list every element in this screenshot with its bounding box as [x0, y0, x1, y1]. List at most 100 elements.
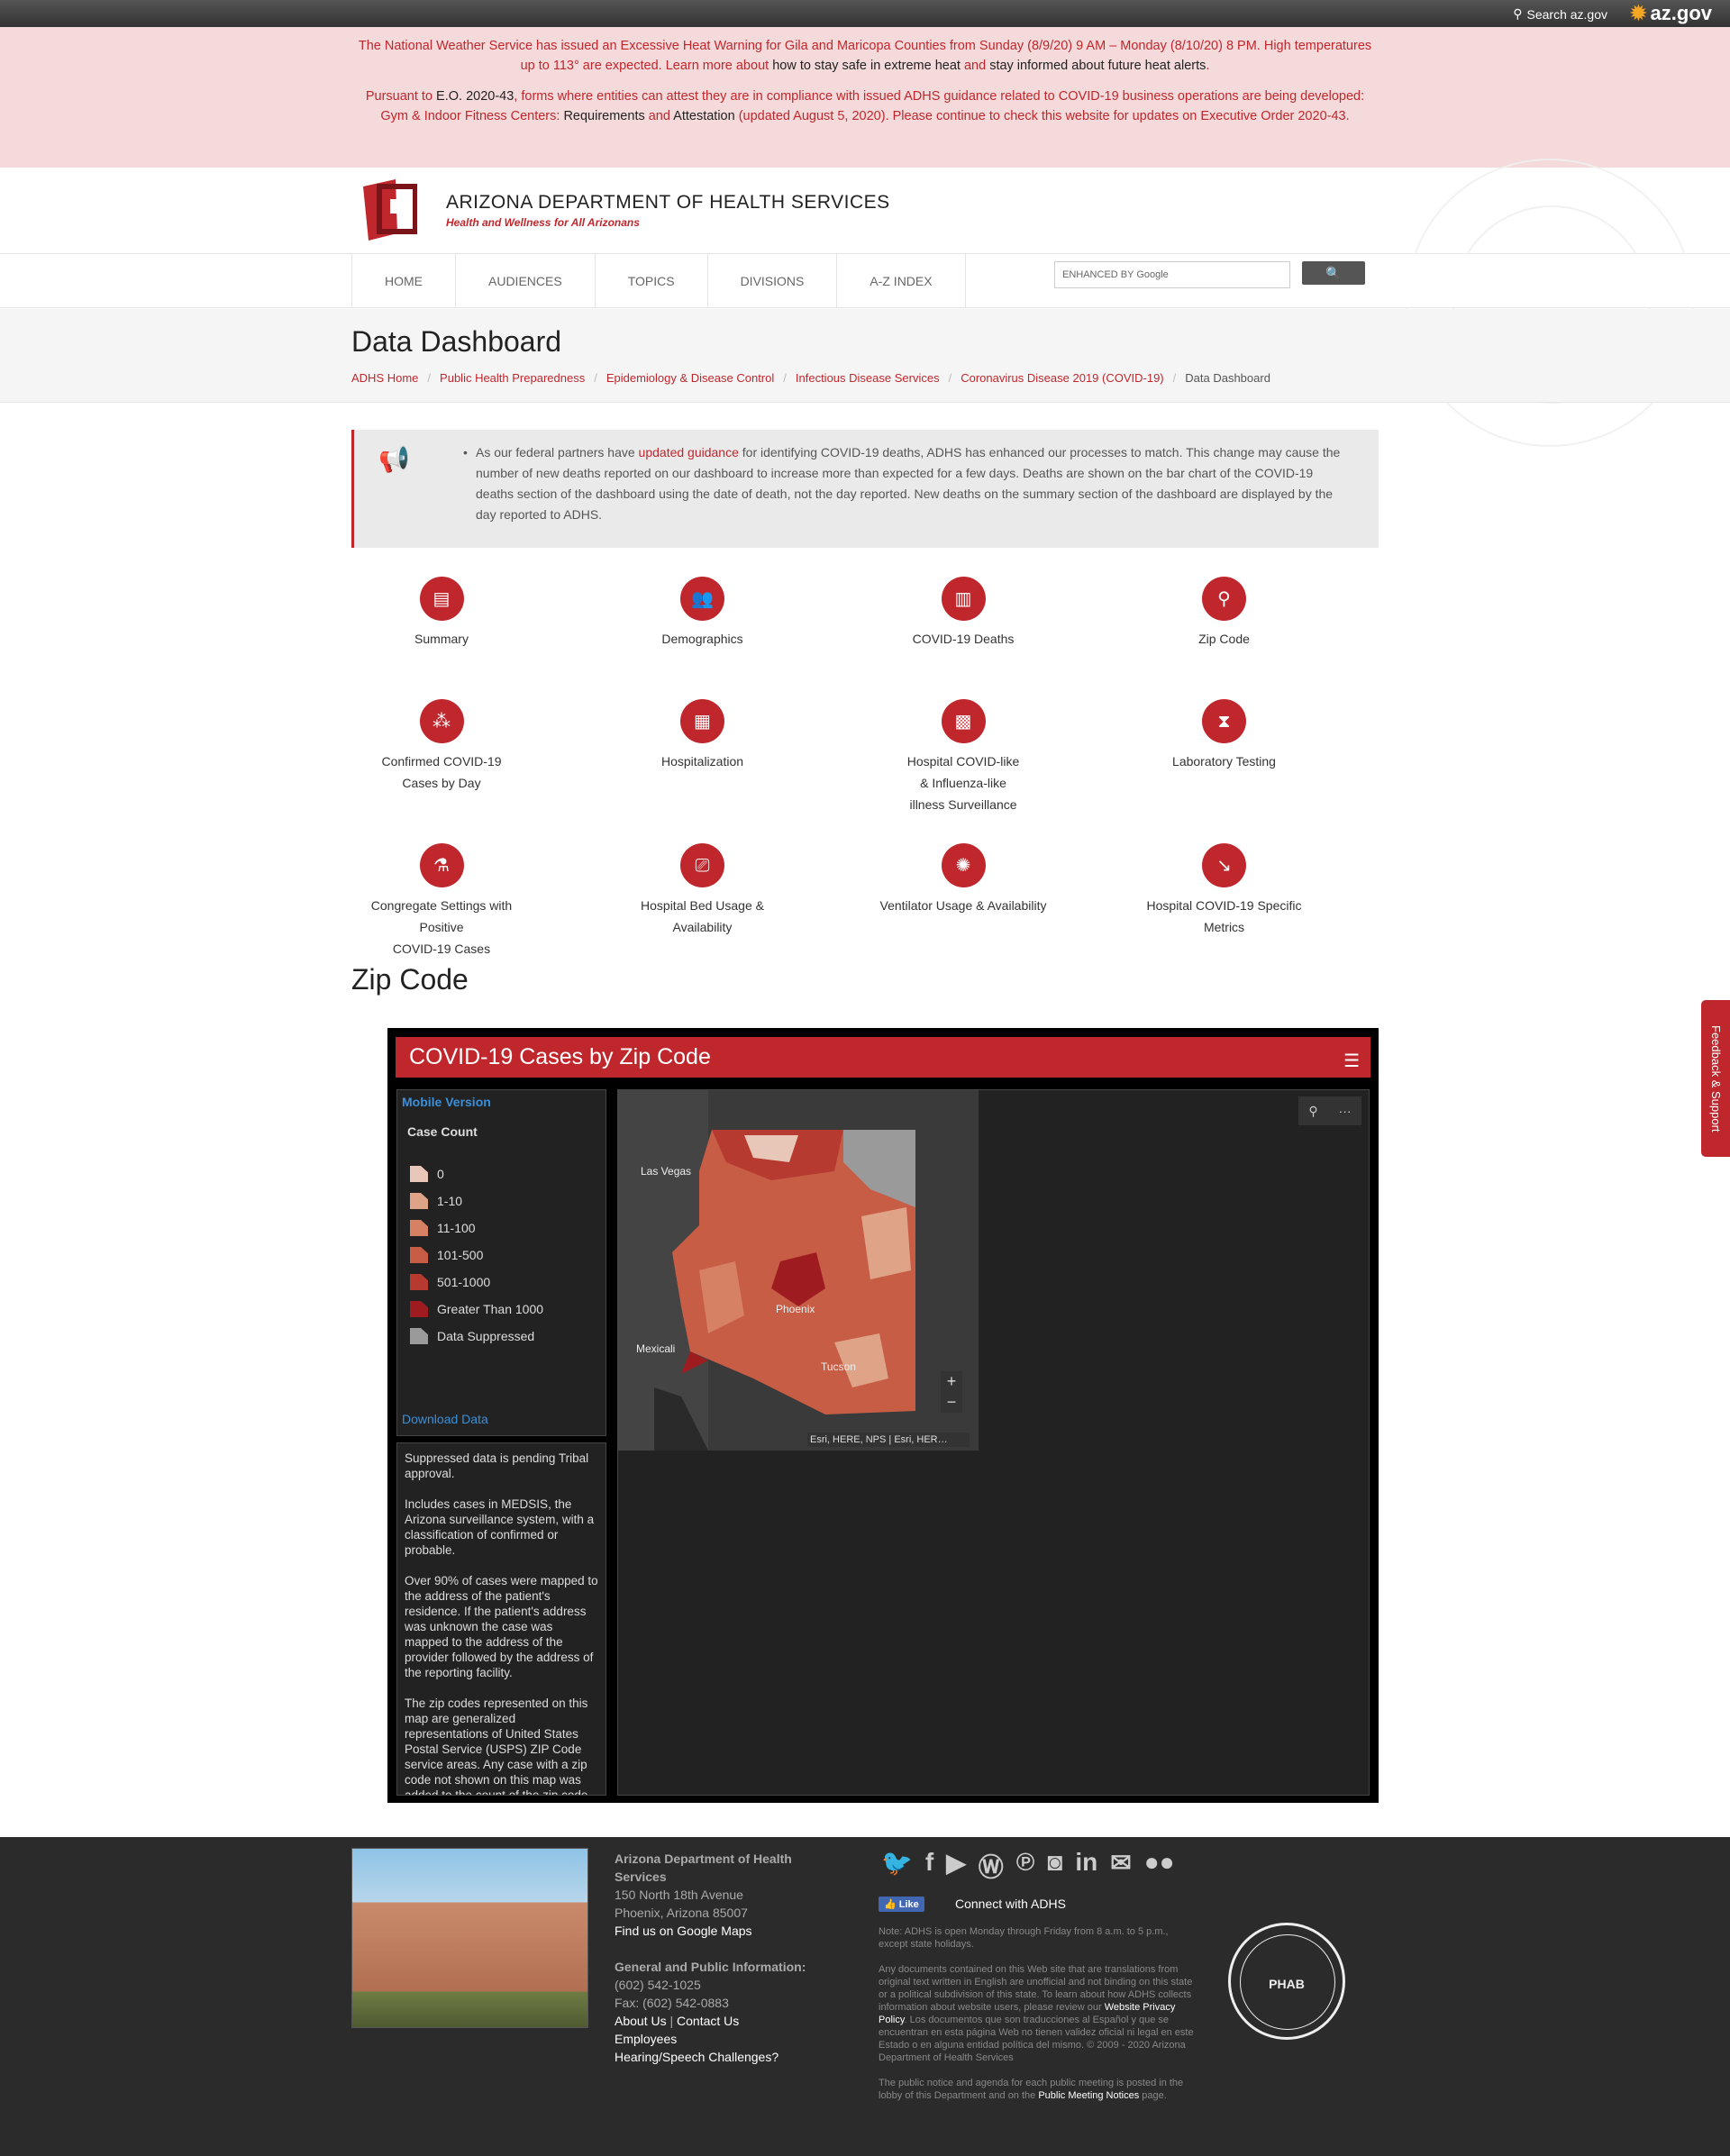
tile-bed[interactable]: ⎚ Hospital Bed Usage & Availability [613, 843, 793, 938]
note-zip: The zip codes represented on this map ar… [405, 1697, 588, 1796]
tile-network[interactable]: ⁂ Confirmed COVID-19 Cases by Day [351, 699, 532, 794]
search-button[interactable]: 🔍 [1302, 261, 1365, 285]
breadcrumb-preparedness[interactable]: Public Health Preparedness [440, 371, 585, 385]
microscope-icon: ⚗ [419, 843, 464, 887]
hours-note: Note: ADHS is open Monday through Friday… [879, 1926, 1169, 1950]
heat-safety-link[interactable]: how to stay safe in extreme heat [772, 59, 961, 73]
tile-ventilator[interactable]: ✺ Ventilator Usage & Availability [873, 843, 1053, 916]
legend-swatch [410, 1301, 428, 1317]
instagram-icon[interactable]: ◙ [1047, 1848, 1062, 1884]
employees-link[interactable]: Employees [615, 2030, 822, 2048]
site-title: ARIZONA DEPARTMENT OF HEALTH SERVICES [446, 192, 890, 213]
translation-note: Any documents contained on this Web site… [879, 1964, 1194, 2063]
zoom-controls: + − [941, 1371, 962, 1413]
legend-swatch [410, 1328, 428, 1344]
twitter-icon[interactable]: 🐦 [881, 1848, 913, 1884]
public-meeting-notices-link[interactable]: Public Meeting Notices [1038, 2090, 1139, 2101]
legend-swatch [410, 1274, 428, 1290]
azgov-search-link[interactable]: ⚲ Search az.gov [1513, 6, 1607, 22]
contact-info: Arizona Department of Health Services 15… [615, 1850, 822, 2066]
thumbs-up-icon: 👍 [884, 1899, 897, 1910]
heat-warning: The National Weather Service has issued … [358, 39, 1372, 73]
zoom-in-button[interactable]: + [941, 1371, 962, 1392]
breadcrumb-epidemiology[interactable]: Epidemiology & Disease Control [606, 371, 774, 385]
tile-location-pin[interactable]: ⚲ Zip Code [1134, 577, 1315, 650]
contact-us-link[interactable]: Contact Us [677, 2014, 739, 2028]
eo-link[interactable]: E.O. 2020-43 [436, 89, 514, 104]
linkedin-icon[interactable]: in [1075, 1848, 1097, 1884]
search-input[interactable]: ENHANCED BY Google [1054, 261, 1290, 288]
tile-label: Laboratory Testing [1172, 754, 1276, 769]
legend-panel: Mobile Version Case Count 0 1-10 11-100 101… [396, 1089, 606, 1436]
tile-label: Hospital COVID-like & Influenza-like ill… [906, 754, 1020, 812]
pinterest-icon[interactable]: ℗ [1016, 1848, 1035, 1884]
footer-fax: Fax: (602) 542-0883 [615, 1996, 729, 2010]
more-options-icon[interactable]: ··· [1339, 1104, 1352, 1118]
sun-icon: ✹ [1630, 2, 1647, 24]
map-label-tucson: Tucson [821, 1360, 856, 1373]
tile-people[interactable]: 👥 Demographics [613, 577, 793, 650]
requirements-link[interactable]: Requirements [563, 109, 644, 123]
legend-item: 0 [410, 1160, 543, 1187]
legend-swatch [410, 1166, 428, 1182]
feedback-support-tab[interactable]: Feedback & Support [1701, 1000, 1730, 1157]
breadcrumb-covid[interactable]: Coronavirus Disease 2019 (COVID-19) [961, 371, 1163, 385]
azgov-logo[interactable]: ✹ az.gov [1630, 2, 1712, 25]
breadcrumb: ADHS Home / Public Health Preparedness / E… [351, 371, 1270, 385]
tile-bar-chart[interactable]: ▥ COVID-19 Deaths [873, 577, 1053, 650]
tile-test-tubes[interactable]: ⧗ Laboratory Testing [1134, 699, 1315, 772]
network-icon: ⁂ [419, 699, 464, 743]
tile-building[interactable]: ▩ Hospital COVID-like & Influenza-like il… [873, 699, 1053, 815]
zoom-out-button[interactable]: − [941, 1392, 962, 1413]
page-title-bar: Data Dashboard ADHS Home / Public Health … [0, 309, 1730, 403]
nav-az-index[interactable]: A-Z INDEX [837, 254, 966, 308]
tile-microscope[interactable]: ⚗ Congregate Settings with Positive COVID… [351, 843, 532, 960]
notes-panel[interactable]: Suppressed data is pending Tribal approv… [396, 1442, 606, 1796]
footer-org: Arizona Department of Health Services [615, 1851, 792, 1884]
tile-trend-chart[interactable]: ↘ Hospital COVID-19 Specific Metrics [1134, 843, 1315, 938]
hamburger-menu-icon[interactable]: ☰ [1343, 1050, 1360, 1072]
deaths-notice: 📢 As our federal partners have updated g… [351, 430, 1379, 548]
download-data-link[interactable]: Download Data [402, 1412, 488, 1426]
note-medsis: Includes cases in MEDSIS, the Arizona su… [405, 1497, 595, 1557]
facebook-like-button[interactable]: 👍 Like [879, 1897, 924, 1912]
search-icon: ⚲ [1513, 6, 1523, 21]
adhs-logo[interactable] [363, 179, 417, 242]
nav-audiences[interactable]: AUDIENCES [456, 254, 596, 308]
breadcrumb-infectious[interactable]: Infectious Disease Services [796, 371, 940, 385]
mobile-version-link[interactable]: Mobile Version [402, 1095, 491, 1109]
about-us-link[interactable]: About Us [615, 2014, 667, 2028]
dashboard-header: COVID-19 Cases by Zip Code ☰ [396, 1037, 1370, 1078]
heat-alerts-link[interactable]: stay informed about future heat alerts [989, 59, 1206, 73]
arizona-map[interactable]: Las Vegas Phoenix Mexicali Tucson + − Es… [618, 1090, 979, 1451]
nav-divisions[interactable]: DIVISIONS [708, 254, 838, 308]
legend-label: Data Suppressed [437, 1329, 535, 1343]
search-icon[interactable]: ⚲ [1308, 1104, 1317, 1119]
site-tagline: Health and Wellness for All Arizonans [446, 216, 640, 229]
general-info-heading: General and Public Information: [615, 1960, 806, 1974]
attestation-link[interactable]: Attestation [673, 109, 735, 123]
updated-guidance-link[interactable]: updated guidance [639, 445, 739, 459]
tile-label: Hospitalization [660, 754, 744, 769]
site-header: ARIZONA DEPARTMENT OF HEALTH SERVICES He… [0, 159, 1730, 447]
tile-hospital[interactable]: ▦ Hospitalization [613, 699, 793, 772]
search-icon: 🔍 [1325, 266, 1342, 280]
youtube-icon[interactable]: ▶ [946, 1848, 966, 1884]
legend-swatch [410, 1247, 428, 1263]
tile-label: Zip Code [1198, 632, 1250, 646]
facebook-icon[interactable]: f [925, 1848, 933, 1884]
legend-item: 101-500 [410, 1242, 543, 1269]
tile-document[interactable]: ▤ Summary [351, 577, 532, 650]
hearing-speech-link[interactable]: Hearing/Speech Challenges? [615, 2048, 822, 2066]
nav-topics[interactable]: TOPICS [596, 254, 708, 308]
breadcrumb-adhs-home[interactable]: ADHS Home [351, 371, 418, 385]
legend-item: Data Suppressed [410, 1323, 543, 1350]
wordpress-icon[interactable]: Ⓦ [979, 1848, 1004, 1884]
legend-item: 501-1000 [410, 1269, 543, 1296]
flickr-icon[interactable]: ●● [1144, 1848, 1175, 1884]
brand[interactable]: ARIZONA DEPARTMENT OF HEALTH SERVICES He… [446, 192, 890, 229]
nav-home[interactable]: HOME [351, 254, 456, 308]
google-maps-link[interactable]: Find us on Google Maps [615, 1924, 752, 1938]
note-mapping: Over 90% of cases were mapped to the add… [405, 1574, 598, 1679]
email-icon[interactable]: ✉ [1110, 1848, 1131, 1884]
